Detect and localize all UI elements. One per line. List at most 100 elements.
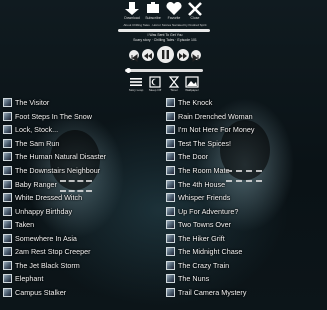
story-title: The Door xyxy=(178,152,208,162)
story-thumbnail-icon xyxy=(166,247,175,257)
story-item[interactable]: The Visitor xyxy=(3,96,161,110)
story-title: The Hiker Grift xyxy=(178,233,225,243)
story-thumbnail-icon xyxy=(166,220,175,230)
story-thumbnail-icon xyxy=(3,98,12,108)
tools-toolbar: Story Loop Sleep Off Timer Wallpaper xyxy=(128,76,200,96)
story-title: Taken xyxy=(15,220,35,230)
story-item[interactable]: The Jet Black Storm xyxy=(3,259,161,273)
sleep-button[interactable]: Sleep Off xyxy=(147,76,163,92)
now-playing-subtitle: Scary story · Chilling Tales · Episode 1… xyxy=(133,38,197,42)
story-item[interactable]: The Door xyxy=(166,150,324,164)
story-item[interactable]: Foot Steps In The Snow xyxy=(3,110,161,124)
story-item[interactable]: Elephant xyxy=(3,272,161,286)
story-thumbnail-icon xyxy=(3,247,12,257)
story-thumbnail-icon xyxy=(166,287,175,297)
next-icon xyxy=(192,54,199,62)
story-thumbnail-icon xyxy=(166,111,175,121)
next-button[interactable] xyxy=(191,50,201,62)
story-thumbnail-icon xyxy=(3,179,12,189)
story-item[interactable]: I'm Not Here For Money xyxy=(166,123,324,137)
story-item[interactable]: The Downstairs Neighbour xyxy=(3,164,161,178)
story-title: The Knock xyxy=(178,98,213,108)
story-title: The Human Natural Disaster xyxy=(15,152,107,162)
subscribe-button[interactable]: Subscribe xyxy=(143,2,163,20)
pause-icon xyxy=(162,50,169,59)
story-item[interactable]: Campus Stalker xyxy=(3,286,161,300)
story-item[interactable]: Two Towns Over xyxy=(166,218,324,232)
story-item[interactable]: White Dressed Witch xyxy=(3,191,161,205)
story-item[interactable]: Baby Ranger xyxy=(3,177,161,191)
story-item[interactable]: The Room Mate xyxy=(166,164,324,178)
story-loop-button[interactable]: Story Loop xyxy=(128,76,144,92)
story-thumbnail-icon xyxy=(166,260,175,270)
hourglass-icon xyxy=(168,76,180,88)
story-item[interactable]: Trail Camera Mystery xyxy=(166,286,324,300)
story-item[interactable]: The 4th House xyxy=(166,177,324,191)
player-controls xyxy=(129,45,201,65)
story-item[interactable]: The Hiker Grift xyxy=(166,231,324,245)
list-icon xyxy=(130,78,142,86)
story-title: The Sam Run xyxy=(15,138,60,148)
app-tagline: About Chilling Tales · Horror Stories Na… xyxy=(123,23,207,27)
story-thumbnail-icon xyxy=(166,206,175,216)
previous-icon xyxy=(131,54,138,62)
pause-button[interactable] xyxy=(157,46,174,63)
story-thumbnail-icon xyxy=(166,152,175,162)
story-item[interactable]: Up For Adventure? xyxy=(166,204,324,218)
story-thumbnail-icon xyxy=(3,206,12,216)
story-item[interactable]: The Crazy Train xyxy=(166,259,324,273)
story-title: Campus Stalker xyxy=(15,287,67,297)
story-thumbnail-icon xyxy=(3,111,12,121)
story-item[interactable]: The Nuns xyxy=(166,272,324,286)
previous-button[interactable] xyxy=(129,50,139,62)
now-playing-title: I Was Sent To Get You xyxy=(147,33,183,37)
forward-icon xyxy=(179,53,187,59)
story-item[interactable]: Test The Spices! xyxy=(166,137,324,151)
download-label: Download xyxy=(124,16,140,20)
story-title: Trail Camera Mystery xyxy=(178,287,247,297)
close-button[interactable]: Close xyxy=(185,2,205,20)
story-item[interactable]: Lock, Stock... xyxy=(3,123,161,137)
story-item[interactable]: 2am Rest Stop Creeper xyxy=(3,245,161,259)
story-thumbnail-icon xyxy=(166,274,175,284)
story-item[interactable]: Whisper Friends xyxy=(166,191,324,205)
seek-thumb[interactable] xyxy=(126,68,131,73)
story-list-left: The Visitor Foot Steps In The Snow Lock, S… xyxy=(3,96,161,299)
rewind-button[interactable] xyxy=(142,49,154,61)
story-item[interactable]: The Knock xyxy=(166,96,324,110)
story-title: The Jet Black Storm xyxy=(15,260,80,270)
favorite-button[interactable]: Favorite xyxy=(164,2,184,20)
sleep-label: Sleep Off xyxy=(148,88,162,92)
favorite-label: Favorite xyxy=(167,16,181,20)
story-title: Up For Adventure? xyxy=(178,206,239,216)
download-arrow-icon xyxy=(125,2,139,15)
story-item[interactable]: Somewhere In Asia xyxy=(3,231,161,245)
story-thumbnail-icon xyxy=(3,166,12,175)
story-title: The Nuns xyxy=(178,274,210,284)
story-title: Foot Steps In The Snow xyxy=(15,111,92,121)
story-thumbnail-icon xyxy=(3,125,12,135)
wallpaper-button[interactable]: Wallpaper xyxy=(184,76,200,92)
forward-button[interactable] xyxy=(177,49,189,61)
story-item[interactable]: The Human Natural Disaster xyxy=(3,150,161,164)
close-x-icon xyxy=(188,2,202,16)
story-item[interactable]: The Midnight Chase xyxy=(166,245,324,259)
story-title: Rain Drenched Woman xyxy=(178,111,253,121)
timer-label: Timer xyxy=(170,88,178,92)
story-item[interactable]: The Sam Run xyxy=(3,137,161,151)
story-title: The Visitor xyxy=(15,98,50,108)
story-title: White Dressed Witch xyxy=(15,193,83,203)
story-thumbnail-icon xyxy=(166,166,175,175)
story-item[interactable]: Taken xyxy=(3,218,161,232)
story-thumbnail-icon xyxy=(3,233,12,243)
story-item[interactable]: Rain Drenched Woman xyxy=(166,110,324,124)
heart-icon xyxy=(166,2,182,15)
story-item[interactable]: Unhappy Birthday xyxy=(3,204,161,218)
download-button[interactable]: Download xyxy=(122,2,142,20)
story-thumbnail-icon xyxy=(3,193,12,203)
timer-button[interactable]: Timer xyxy=(166,76,182,92)
moon-icon xyxy=(149,76,161,88)
seek-bar[interactable] xyxy=(125,68,203,73)
wallpaper-label: Wallpaper xyxy=(185,88,199,92)
story-thumbnail-icon xyxy=(3,287,12,297)
